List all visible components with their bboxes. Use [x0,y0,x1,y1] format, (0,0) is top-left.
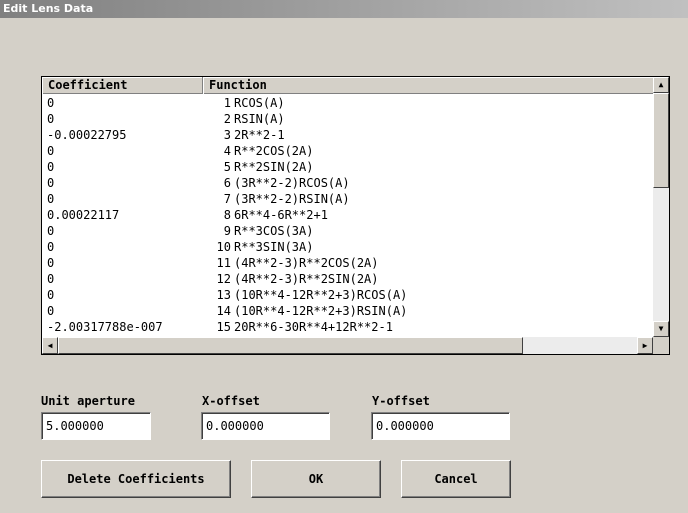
table-row[interactable]: 0 7 (3R**2-2)RSIN(A) [42,191,653,207]
delete-coefficients-button[interactable]: Delete Coefficients [41,460,231,498]
function-cell: 2R**2-1 [234,128,285,142]
unit-aperture-label: Unit aperture [41,394,135,408]
list-rows: 0 1 RCOS(A) 0 2 RSIN(A) -0.00022795 3 2R**2-1 0 4 R… [42,95,653,336]
table-row[interactable]: 0 1 RCOS(A) [42,95,653,111]
coefficient-cell: 0 [47,272,55,286]
scroll-right-icon[interactable]: ▶ [637,337,653,354]
function-cell: 6R**4-6R**2+1 [234,208,328,222]
table-row[interactable]: 0 10 R**3SIN(3A) [42,239,653,255]
coefficient-cell: -0.00022795 [47,128,127,142]
function-cell: R**3SIN(3A) [234,240,314,254]
coefficient-cell: 0 [47,160,55,174]
function-cell: R**2COS(2A) [234,144,314,158]
coefficient-cell: 0 [47,112,55,126]
function-index-cell: 9 [223,224,231,238]
coefficient-cell: 0 [47,144,55,158]
vertical-scrollbar[interactable]: ▲ ▼ [653,77,669,337]
function-index-cell: 1 [223,96,231,110]
table-row[interactable]: 0 13 (10R**4-12R**2+3)RCOS(A) [42,287,653,303]
unit-aperture-input[interactable] [41,412,151,440]
function-index-cell: 8 [223,208,231,222]
table-row[interactable]: 0 5 R**2SIN(2A) [42,159,653,175]
function-index-cell: 4 [223,144,231,158]
horizontal-scroll-thumb[interactable] [58,337,523,354]
coefficient-cell: 0 [47,256,55,270]
coefficient-cell: -2.00317788e-007 [47,320,163,334]
column-header-coefficient[interactable]: Coefficient [42,77,203,94]
function-index-cell: 6 [223,176,231,190]
vertical-scroll-thumb[interactable] [653,93,669,188]
function-cell: (4R**2-3)R**2COS(2A) [234,256,379,270]
scroll-corner [653,337,669,354]
cancel-button[interactable]: Cancel [401,460,511,498]
function-cell: (10R**4-12R**2+3)RSIN(A) [234,304,408,318]
x-offset-label: X-offset [202,394,260,408]
function-index-cell: 14 [216,304,231,318]
table-row[interactable]: 0 11 (4R**2-3)R**2COS(2A) [42,255,653,271]
function-index-cell: 2 [223,112,231,126]
scroll-up-icon[interactable]: ▲ [653,77,669,93]
function-cell: RCOS(A) [234,96,285,110]
table-row[interactable]: 0.00022117 8 6R**4-6R**2+1 [42,207,653,223]
coefficient-list[interactable]: Coefficient Function 0 1 RCOS(A) 0 2 RSIN(A) -… [41,76,670,355]
table-row[interactable]: 0 2 RSIN(A) [42,111,653,127]
table-row[interactable]: -0.00022795 3 2R**2-1 [42,127,653,143]
column-header-function[interactable]: Function [203,77,653,94]
x-offset-input[interactable] [201,412,330,440]
table-row[interactable]: 0 12 (4R**2-3)R**2SIN(2A) [42,271,653,287]
coefficient-cell: 0 [47,304,55,318]
function-cell: (3R**2-2)RCOS(A) [234,176,350,190]
function-cell: 20R**6-30R**4+12R**2-1 [234,320,393,334]
y-offset-label: Y-offset [372,394,430,408]
coefficient-cell: 0 [47,192,55,206]
coefficient-cell: 0 [47,288,55,302]
scroll-left-icon[interactable]: ◀ [42,337,58,354]
coefficient-cell: 0.00022117 [47,208,120,222]
function-cell: R**3COS(3A) [234,224,314,238]
function-cell: RSIN(A) [234,112,285,126]
table-row[interactable]: 0 9 R**3COS(3A) [42,223,653,239]
function-index-cell: 10 [216,240,231,254]
function-cell: R**2SIN(2A) [234,160,314,174]
table-row[interactable]: 0 6 (3R**2-2)RCOS(A) [42,175,653,191]
scroll-down-icon[interactable]: ▼ [653,321,669,337]
table-row[interactable]: -2.00317788e-007 15 20R**6-30R**4+12R**2-1 [42,319,653,335]
function-index-cell: 12 [216,272,231,286]
table-row[interactable]: 0 14 (10R**4-12R**2+3)RSIN(A) [42,303,653,319]
list-header: Coefficient Function [42,77,653,94]
coefficient-cell: 0 [47,176,55,190]
y-offset-input[interactable] [371,412,510,440]
function-index-cell: 11 [216,256,231,270]
horizontal-scrollbar[interactable]: ◀ ▶ [42,337,653,354]
function-index-cell: 15 [216,320,231,334]
function-index-cell: 13 [216,288,231,302]
function-cell: (4R**2-3)R**2SIN(2A) [234,272,379,286]
function-index-cell: 3 [223,128,231,142]
coefficient-cell: 0 [47,240,55,254]
table-row[interactable]: 0 4 R**2COS(2A) [42,143,653,159]
function-index-cell: 5 [223,160,231,174]
window-title: Edit Lens Data [0,0,688,18]
function-cell: (3R**2-2)RSIN(A) [234,192,350,206]
coefficient-cell: 0 [47,224,55,238]
function-index-cell: 7 [223,192,231,206]
function-cell: (10R**4-12R**2+3)RCOS(A) [234,288,408,302]
ok-button[interactable]: OK [251,460,381,498]
coefficient-cell: 0 [47,96,55,110]
